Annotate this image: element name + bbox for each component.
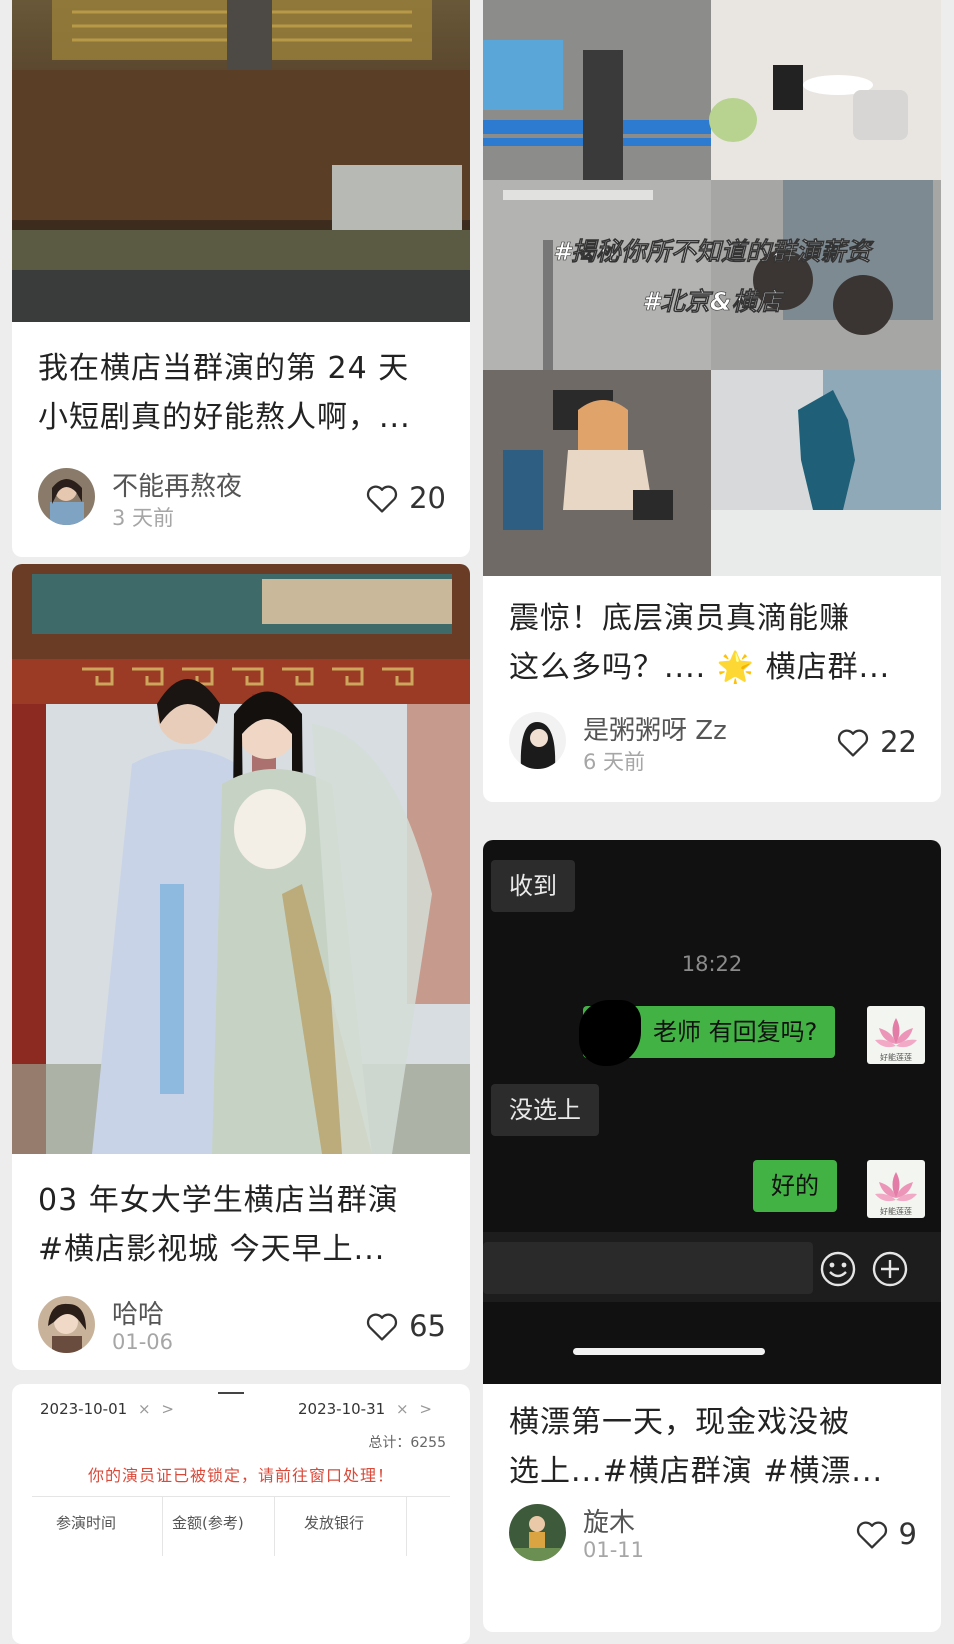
column-header: 金额(参考) [172,1514,244,1532]
note-cover-image[interactable] [12,0,470,322]
chevron-right-icon[interactable]: > [419,1400,432,1418]
emoji-icon[interactable] [819,1250,857,1288]
like-button[interactable]: 22 [836,722,917,762]
heart-icon [366,485,398,513]
chat-avatar: 好能莲莲 [867,1160,925,1218]
clear-icon[interactable]: × [138,1400,151,1418]
column-divider [162,1496,163,1556]
note-title[interactable]: 03 年女大学生横店当群演 #横店影视城 今天早上... [38,1176,448,1274]
note-cover-image[interactable] [12,564,470,1154]
column-header: 参演时间 [56,1514,117,1532]
clear-icon[interactable]: × [396,1400,409,1418]
chat-avatar: 好能莲莲 [867,1006,925,1064]
post-date: 3 天前 [112,506,175,530]
note-title[interactable]: 横漂第一天，现金戏没被 选上...#横店群演 #横漂... [509,1398,919,1496]
chat-message-received: 收到 [491,860,575,912]
heart-icon [366,1313,398,1341]
chat-timestamp: 18:22 [681,952,743,976]
chat-message-sent: 好的 [753,1160,837,1212]
like-count: 9 [898,1517,917,1551]
avatar[interactable] [509,712,566,769]
like-button[interactable]: 65 [365,1306,446,1346]
column-divider [406,1496,407,1556]
end-date: 2023-10-31 × > [298,1400,432,1418]
avatar[interactable] [38,468,95,525]
note-card[interactable]: #揭秘你所不知道的群演薪资 #北京&横店 震惊！底层演员真滴能赚 这么多吗？..… [483,0,941,802]
post-date: 01-11 [583,1538,645,1562]
note-card[interactable]: 我在横店当群演的第 24 天 小短剧真的好能熬人啊，... 不能再熬夜 3 天前… [12,0,470,557]
avatar[interactable] [38,1296,95,1353]
note-title[interactable]: 震惊！底层演员真滴能赚 这么多吗？.... 🌟 横店群... [509,594,919,692]
image-caption: #揭秘你所不知道的群演薪资 [553,237,874,266]
note-cover-image[interactable]: #揭秘你所不知道的群演薪资 #北京&横店 [483,0,941,576]
chat-message-received: 没选上 [491,1084,599,1136]
like-count: 65 [409,1309,446,1343]
author-name[interactable]: 是粥粥呀 Zz [583,710,727,747]
column-header: 发放银行 [304,1514,365,1532]
chat-input-bar[interactable] [483,1232,941,1302]
note-card-salary-screenshot[interactable]: 2023-10-01 × > 2023-10-31 × > 总计：6255 你的… [12,1384,470,1644]
total-count: 总计：6255 [368,1435,446,1451]
plus-circle-icon[interactable] [871,1250,909,1288]
separator-mark [218,1392,244,1394]
chat-input-field[interactable] [483,1242,813,1294]
post-date: 01-06 [112,1330,174,1354]
avatar[interactable] [509,1504,566,1561]
author-name[interactable]: 哈哈 [112,1294,164,1331]
like-button[interactable]: 9 [855,1514,917,1554]
like-count: 20 [409,481,446,515]
chevron-right-icon[interactable]: > [161,1400,174,1418]
warning-text: 你的演员证已被锁定，请前往窗口处理！ [87,1466,394,1485]
post-date: 6 天前 [583,750,646,774]
like-button[interactable]: 20 [365,478,446,518]
author-name[interactable]: 不能再熬夜 [112,466,242,503]
heart-icon [856,1521,887,1549]
author-name[interactable]: 旋木 [583,1502,635,1539]
note-card[interactable]: 03 年女大学生横店当群演 #横店影视城 今天早上... 哈哈 01-06 65 [12,564,470,1370]
note-title[interactable]: 我在横店当群演的第 24 天 小短剧真的好能熬人啊，... [38,344,448,442]
like-count: 22 [880,725,917,759]
heart-icon [837,729,869,757]
home-indicator [573,1348,765,1355]
chat-screenshot[interactable]: 收到 18:22 老师 有回复吗? 好能莲莲 没选上 好的 好能莲莲 [483,840,941,1384]
start-date: 2023-10-01 × > [40,1400,174,1418]
note-card[interactable]: 收到 18:22 老师 有回复吗? 好能莲莲 没选上 好的 好能莲莲 横漂第一天… [483,840,941,1632]
image-caption: #北京&横店 [642,287,785,316]
column-divider [274,1496,275,1556]
